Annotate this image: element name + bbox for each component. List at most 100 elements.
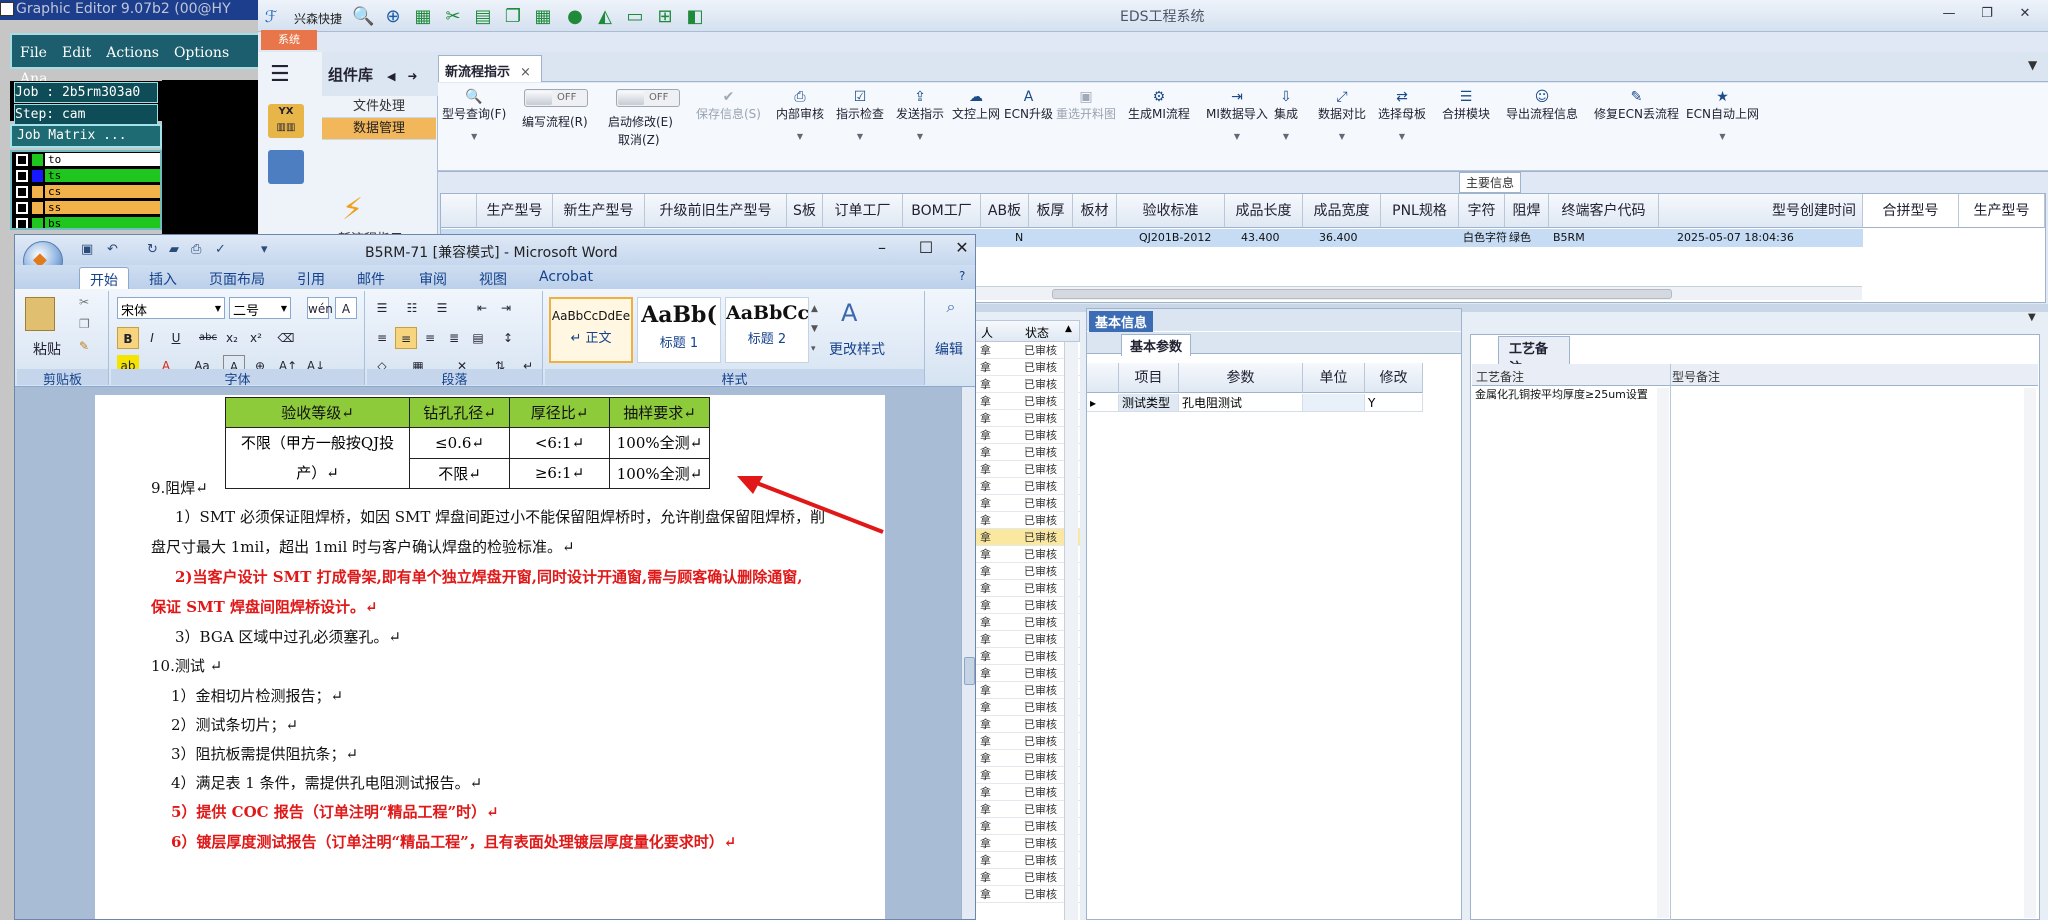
lightning-icon[interactable]: ⚡: [342, 192, 363, 227]
generate-mi-button[interactable]: ⚙ 生成MI流程: [1128, 89, 1190, 122]
write-flow-toggle[interactable]: OFF: [524, 89, 588, 107]
line-spacing-icon[interactable]: ↕: [497, 327, 519, 349]
column-header[interactable]: 新生产型号: [553, 194, 645, 228]
maximize-button[interactable]: ☐: [911, 238, 941, 257]
cell-param[interactable]: 孔电阻测试: [1179, 394, 1303, 412]
job-matrix-button[interactable]: Job Matrix ...: [10, 124, 162, 148]
close-icon[interactable]: ×: [520, 65, 531, 80]
editing-button[interactable]: 编辑: [935, 339, 963, 359]
document-paragraph[interactable]: 10.测试 ↵: [151, 655, 222, 676]
cut-icon[interactable]: ✂: [79, 295, 89, 309]
char-border-icon[interactable]: A: [335, 297, 357, 319]
underline-button[interactable]: U: [165, 327, 187, 349]
column-header[interactable]: 板材: [1073, 194, 1117, 228]
column-header[interactable]: 生产型号: [477, 194, 553, 228]
cell-modify[interactable]: Y: [1365, 394, 1423, 412]
column-header[interactable]: 板厚: [1029, 194, 1073, 228]
column-header[interactable]: 合拼型号: [1863, 194, 1959, 228]
open-icon[interactable]: ▰: [169, 242, 179, 257]
model-query-button[interactable]: 🔍 型号查询(F) ▼: [442, 89, 506, 141]
layer-checkbox[interactable]: [16, 169, 28, 182]
document-paragraph[interactable]: 1）SMT 必须保证阻焊桥，如因 SMT 焊盘间距过小不能保留阻焊桥时，允许削盘…: [175, 506, 825, 527]
document-paragraph[interactable]: 5）提供 COC 报告（订单注明“精品工程”时）↵: [171, 801, 499, 822]
column-header[interactable]: 成品宽度: [1303, 194, 1381, 228]
vertical-scrollbar[interactable]: [2024, 388, 2036, 918]
undo-icon[interactable]: ↶: [107, 242, 118, 257]
scrollbar-thumb[interactable]: [964, 657, 975, 685]
check-instruction-button[interactable]: ☑ 指示检查 ▼: [836, 89, 884, 141]
tab-mailings[interactable]: 邮件: [357, 269, 385, 289]
paste-button[interactable]: 粘贴: [33, 339, 61, 359]
close-button[interactable]: ✕: [947, 238, 975, 257]
layer-row[interactable]: ts: [12, 168, 160, 183]
phonetic-guide-icon[interactable]: wén: [307, 297, 333, 319]
help-icon[interactable]: ⊕: [382, 6, 404, 28]
document-paragraph[interactable]: 4）满足表 1 条件，需提供孔电阻测试报告。↵: [171, 772, 482, 793]
layer-row[interactable]: to: [12, 152, 160, 167]
system-tab[interactable]: 系统: [261, 30, 317, 50]
scrollbar-thumb[interactable]: [1052, 289, 1672, 299]
tab-dropdown-icon[interactable]: ▼: [2028, 58, 2037, 72]
menu-actions[interactable]: Actions: [106, 45, 159, 61]
table-cell[interactable]: 不限↵: [409, 457, 510, 489]
tab-insert[interactable]: 插入: [149, 269, 177, 289]
calculator-icon[interactable]: [268, 150, 304, 184]
menu-edit[interactable]: Edit: [62, 45, 91, 61]
column-header[interactable]: 型号创建时间: [1659, 194, 1863, 228]
superscript-button[interactable]: x²: [245, 327, 267, 349]
style-heading2[interactable]: AaBbCc 标题 2: [725, 297, 809, 363]
collect-button[interactable]: ⇩ 集成 ▼: [1274, 89, 1298, 141]
reselect-drawing-button[interactable]: ▣ 重选开料图: [1056, 89, 1116, 122]
send-instruction-button[interactable]: ⇪ 发送指示 ▼: [896, 89, 944, 141]
scroll-up-icon[interactable]: ▲: [1065, 324, 1072, 334]
style-heading1[interactable]: AaBb(标题 1: [637, 297, 721, 363]
redo-icon[interactable]: ↻: [147, 242, 158, 257]
table-cell[interactable]: ≤0.6↵: [409, 427, 510, 459]
save-info-button[interactable]: ✔ 保存信息(S): [696, 89, 761, 122]
library-menu-data[interactable]: 数据管理: [322, 118, 436, 140]
font-name-select[interactable]: 宋体 ▼: [117, 297, 225, 319]
find-icon[interactable]: ⌕: [937, 297, 965, 325]
align-center-icon[interactable]: ≡: [395, 327, 417, 349]
column-header[interactable]: 升级前旧生产型号: [645, 194, 787, 228]
document-paragraph[interactable]: 9.阻焊↵: [151, 477, 208, 498]
column-header[interactable]: AB板: [981, 194, 1029, 228]
clear-format-icon[interactable]: ⌫: [275, 327, 297, 349]
tab-review[interactable]: 审阅: [419, 269, 447, 289]
minimize-button[interactable]: —: [1938, 6, 1960, 26]
style-gallery-scroll-icon[interactable]: ▲ ▼ ▾: [811, 299, 818, 359]
justify-icon[interactable]: ≣: [443, 327, 465, 349]
column-header[interactable]: 字符: [1459, 194, 1505, 228]
column-header-person[interactable]: 人: [981, 324, 993, 341]
layer-row[interactable]: cs: [12, 184, 160, 199]
format-painter-icon[interactable]: ✎: [79, 339, 89, 353]
vertical-scrollbar[interactable]: [1064, 342, 1078, 920]
column-header[interactable]: 阻焊: [1505, 194, 1549, 228]
numbering-icon[interactable]: ☷: [401, 297, 423, 319]
word-vertical-scrollbar[interactable]: [961, 387, 975, 919]
column-header[interactable]: 成品长度: [1225, 194, 1303, 228]
layer-row[interactable]: ss: [12, 200, 160, 215]
strikethrough-button[interactable]: abc: [197, 327, 219, 349]
search-icon[interactable]: 🔍: [352, 6, 374, 28]
style-normal[interactable]: AaBbCcDdEe ↵ 正文: [549, 297, 633, 363]
layer-checkbox[interactable]: [16, 185, 28, 198]
column-header[interactable]: PNL规格: [1381, 194, 1459, 228]
column-header[interactable]: 验收标准: [1117, 194, 1225, 228]
table-cell[interactable]: 100%全测↵: [609, 457, 710, 489]
monitor-icon[interactable]: ▭: [624, 6, 646, 28]
bullets-icon[interactable]: ☰: [371, 297, 393, 319]
scissors-icon[interactable]: ✂: [442, 6, 464, 28]
italic-button[interactable]: I: [141, 327, 163, 349]
column-header[interactable]: 终端客户代码: [1549, 194, 1659, 228]
table-cell[interactable]: ≥6:1↵: [509, 457, 610, 489]
chevron-left-icon[interactable]: ◀: [387, 70, 395, 83]
help-icon[interactable]: ?: [959, 269, 965, 283]
change-styles-button[interactable]: 更改样式: [829, 339, 885, 359]
fix-ecn-button[interactable]: ✎ 修复ECN丢流程: [1594, 89, 1679, 122]
layer-checkbox[interactable]: [16, 217, 28, 228]
layer-row[interactable]: bs: [12, 216, 160, 228]
layer-checkbox[interactable]: [16, 201, 28, 214]
pin-icon[interactable]: ➜: [407, 69, 417, 83]
multilevel-list-icon[interactable]: ☰: [431, 297, 453, 319]
